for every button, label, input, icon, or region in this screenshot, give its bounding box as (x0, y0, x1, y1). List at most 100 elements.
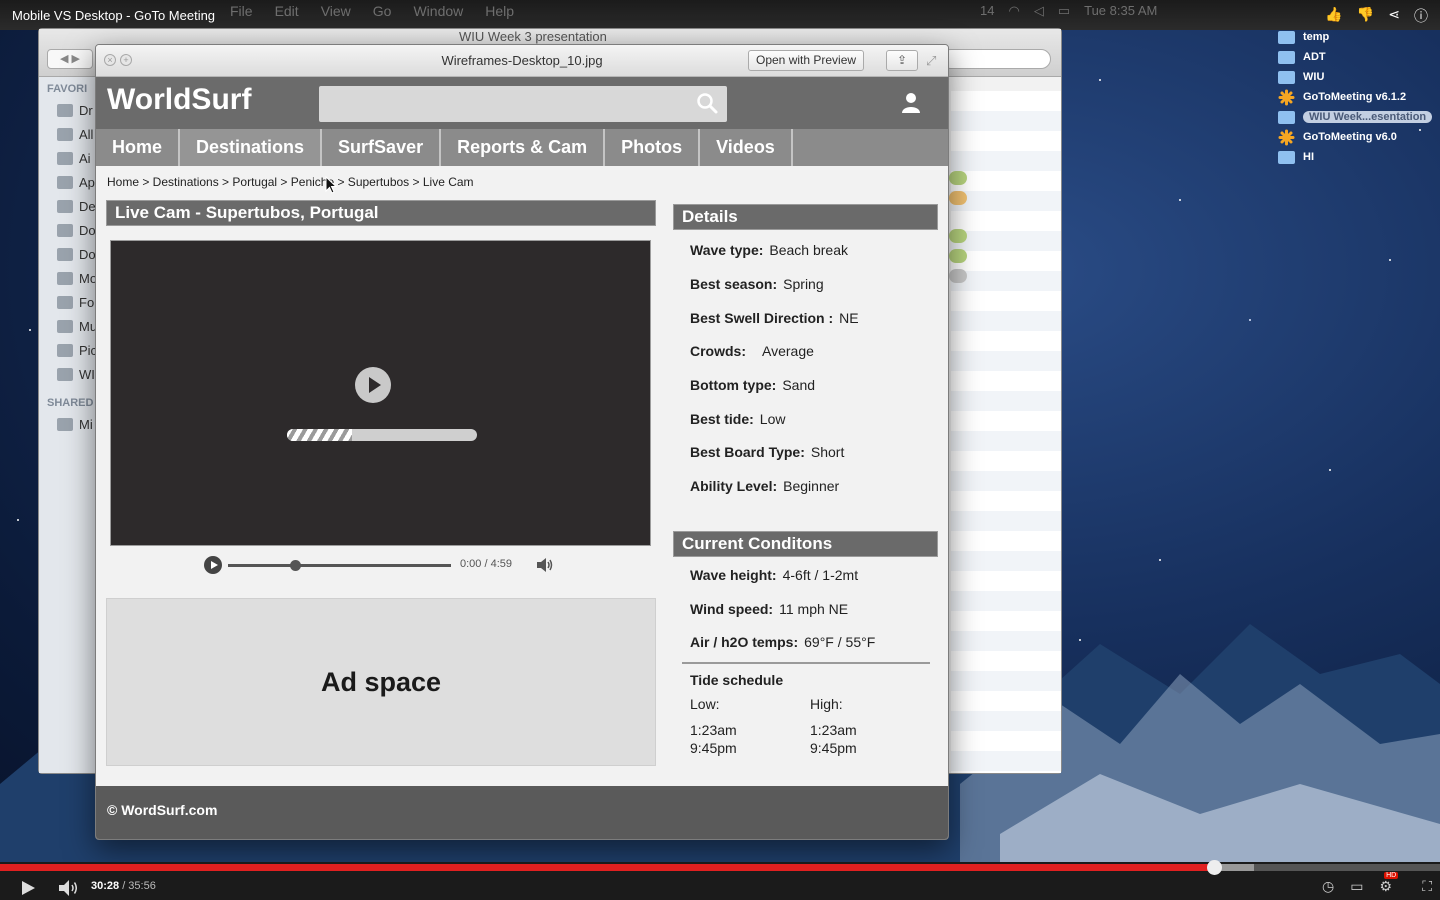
folder-icon (57, 319, 73, 333)
close-icon[interactable]: × (104, 54, 116, 66)
site-logo[interactable]: WorldSurf (107, 83, 251, 117)
fullscreen-icon[interactable]: ⤢ (926, 53, 936, 69)
menu-view[interactable]: View (321, 3, 351, 19)
open-with-preview-button[interactable]: Open with Preview (748, 50, 865, 71)
nav-home[interactable]: Home (96, 129, 181, 166)
play-icon[interactable] (204, 556, 222, 574)
nav-reports-cam[interactable]: Reports & Cam (441, 129, 606, 166)
current-conditions-heading: Current Conditons (673, 531, 938, 557)
sidebar-item[interactable]: All (57, 125, 93, 143)
preview-titlebar: × + Wireframes-Desktop_10.jpg Open with … (96, 45, 948, 77)
folder-icon (57, 199, 73, 213)
tide-schedule-heading: Tide schedule (690, 672, 784, 688)
captions-icon[interactable]: ▭ (1350, 878, 1363, 895)
menu-help[interactable]: Help (485, 3, 514, 19)
folder-icon (57, 247, 73, 261)
tide-high-label: High: (810, 696, 843, 712)
status-dot (949, 171, 967, 185)
sidebar-item[interactable]: Fo (57, 293, 94, 311)
desktop-folder-adt[interactable]: ADT (1278, 48, 1326, 66)
desktop-folder-wiu-week[interactable]: WIU Week...esentation (1278, 108, 1433, 126)
detail-row: Bottom type: Sand (690, 377, 816, 393)
search-icon[interactable] (695, 91, 719, 115)
dislike-icon[interactable]: 👎 (1357, 6, 1374, 26)
volume-icon[interactable] (58, 879, 80, 897)
detail-row: Crowds: Average (690, 343, 814, 359)
site-search-input[interactable] (319, 86, 727, 122)
watch-later-icon[interactable]: ◷ (1322, 878, 1334, 895)
settings-icon[interactable]: ⚙HD (1380, 872, 1407, 895)
folder-icon (57, 103, 73, 117)
sidebar-item[interactable]: Do (57, 245, 96, 263)
sidebar-item[interactable]: WI (57, 365, 95, 383)
share-button[interactable]: ⇪ (886, 50, 918, 71)
menu-window[interactable]: Window (413, 3, 463, 19)
fullscreen-icon[interactable]: ⛶ (1422, 878, 1432, 895)
play-icon[interactable] (20, 880, 36, 896)
menu-edit[interactable]: Edit (275, 3, 299, 19)
sidebar-item[interactable]: Ai (57, 149, 91, 167)
sidebar-item[interactable]: Mo (57, 269, 97, 287)
tide-time: 1:23am (690, 722, 737, 738)
sidebar-item[interactable]: Do (57, 221, 96, 239)
battery-icon: ▭ (1057, 3, 1071, 18)
folder-icon (1278, 70, 1295, 84)
loading-bar-fill (287, 429, 352, 441)
tide-time: 9:45pm (810, 740, 857, 756)
share-icon[interactable]: ⋖ (1388, 6, 1400, 26)
sidebar-item[interactable]: Mu (57, 317, 97, 335)
detail-row: Best Board Type: Short (690, 444, 845, 460)
video-timestamp: 30:28 / 35:56 (91, 880, 156, 892)
nav-destinations[interactable]: Destinations (180, 129, 323, 166)
folder-icon (57, 175, 73, 189)
video-title[interactable]: Mobile VS Desktop - GoTo Meeting (12, 8, 215, 23)
detail-row: Best tide: Low (690, 411, 786, 427)
volume-icon[interactable] (536, 557, 554, 573)
finder-file-list (951, 91, 1061, 773)
info-icon[interactable]: ⓘ (1414, 6, 1428, 26)
hd-badge: HD (1384, 872, 1399, 880)
live-cam-video[interactable] (110, 240, 651, 546)
menu-file[interactable]: File (230, 3, 253, 19)
seek-thumb[interactable] (289, 560, 301, 571)
sidebar-item[interactable]: Pic (57, 341, 97, 359)
folder-icon (57, 343, 73, 357)
volume-icon: ◁ (1033, 3, 1044, 18)
computer-icon (57, 417, 73, 431)
sidebar-item[interactable]: Mi (57, 415, 93, 433)
video-progress-bar[interactable] (0, 860, 1440, 875)
menu-go[interactable]: Go (373, 3, 392, 19)
nav-videos[interactable]: Videos (700, 129, 793, 166)
tide-low-column: Low: 1:23am 9:45pm (690, 695, 737, 757)
desktop-app-gotomeeting-612[interactable]: GoToMeeting v6.1.2 (1278, 88, 1406, 106)
video-right-controls: ◷ ▭ ⚙HD ⛶ (1322, 872, 1432, 895)
desktop-folder-hi[interactable]: HI (1278, 148, 1314, 166)
breadcrumb[interactable]: Home > Destinations > Portugal > Peniche… (107, 175, 474, 189)
zoom-icon[interactable]: + (120, 54, 132, 66)
nav-photos[interactable]: Photos (605, 129, 701, 166)
video-scrubber[interactable] (1207, 860, 1222, 875)
live-cam-heading: Live Cam - Supertubos, Portugal (106, 200, 656, 226)
user-icon[interactable] (900, 91, 922, 115)
wifi-icon: ◠ (1008, 3, 1020, 18)
sidebar-item[interactable]: Ap (57, 173, 95, 191)
site-content: Home > Destinations > Portugal > Peniche… (96, 166, 948, 786)
play-icon[interactable] (355, 367, 391, 403)
folder-icon (1278, 110, 1295, 124)
sidebar-item[interactable]: Dr (57, 101, 93, 119)
like-icon[interactable]: 👍 (1325, 6, 1342, 26)
finder-search-input[interactable] (941, 49, 1051, 69)
status-dot (949, 269, 967, 283)
condition-row: Air / h2O temps: 69°F / 55°F (690, 634, 876, 650)
desktop-folder-wiu[interactable]: WIU (1278, 68, 1324, 86)
desktop-app-gotomeeting-60[interactable]: GoToMeeting v6.0 (1278, 128, 1397, 146)
status-dot (949, 191, 967, 205)
details-heading: Details (673, 204, 938, 230)
sidebar-item[interactable]: De (57, 197, 96, 215)
site-footer: © WordSurf.com (96, 786, 948, 839)
back-forward-buttons[interactable]: ◀ ▶ (47, 49, 93, 69)
seek-track[interactable] (228, 564, 451, 567)
finder-title: WIU Week 3 presentation (459, 29, 607, 44)
nav-surfsaver[interactable]: SurfSaver (322, 129, 442, 166)
desktop-folder-temp[interactable]: temp (1278, 28, 1329, 46)
